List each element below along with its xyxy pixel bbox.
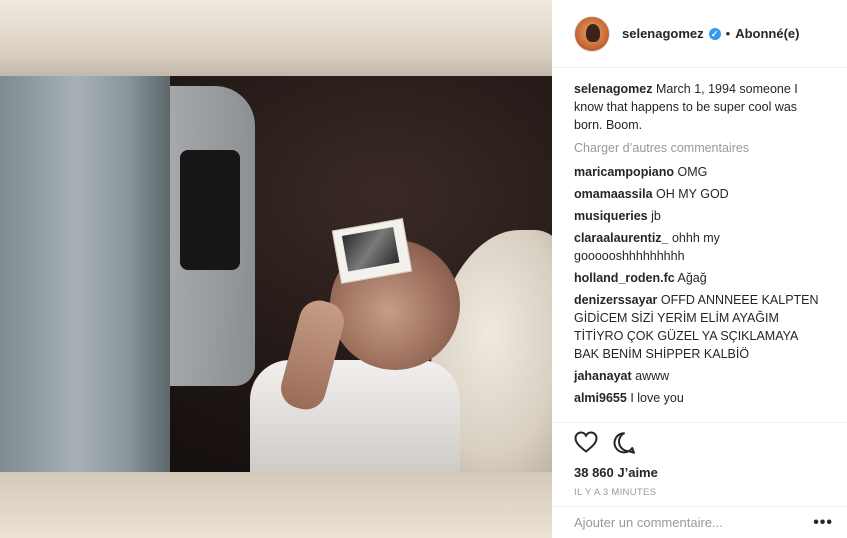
comment-item: musiqueries jb	[574, 207, 826, 225]
comment-text: awww	[635, 369, 670, 383]
comment-item: jahanayat awww	[574, 367, 826, 385]
add-comment-bar: •••	[552, 506, 847, 538]
post-actions: 38 860 J’aime IL Y A 3 MINUTES	[552, 422, 847, 498]
comments-list: selenagomez March 1, 1994 someone I know…	[574, 80, 826, 411]
action-icons	[574, 431, 636, 455]
comment-text: OH MY GOD	[656, 187, 729, 201]
caption: selenagomez March 1, 1994 someone I know…	[574, 80, 826, 134]
photo-shirt	[250, 360, 460, 472]
more-options-icon[interactable]: •••	[813, 514, 833, 530]
heart-icon[interactable]	[574, 431, 598, 455]
comment-item: almi9655 I love you	[574, 389, 826, 407]
photo-car-window	[180, 150, 240, 270]
avatar[interactable]	[574, 15, 610, 52]
follow-button[interactable]: Abonné(e)	[735, 26, 799, 41]
photo-jeans	[0, 76, 170, 472]
instagram-post: selenagomez ✓ • Abonné(e) selenagomez Ma…	[0, 0, 847, 538]
post-sidebar: selenagomez ✓ • Abonné(e) selenagomez Ma…	[552, 0, 847, 538]
post-timestamp[interactable]: IL Y A 3 MINUTES	[574, 487, 656, 498]
header-separator: •	[725, 26, 731, 41]
comment-item: denizerssayar OFFD ANNNEEE KALPTEN GİDİC…	[574, 291, 826, 363]
comment-icon[interactable]	[612, 431, 636, 455]
comment-text: OMG	[677, 165, 708, 179]
comment-username[interactable]: claraalaurentiz_	[574, 231, 669, 245]
post-photo[interactable]	[0, 0, 552, 538]
comment-item: maricampopiano OMG	[574, 163, 826, 181]
comment-item: claraalaurentiz_ ohhh my goooooshhhhhhhh…	[574, 229, 826, 265]
verified-badge-icon: ✓	[708, 27, 721, 40]
comment-username[interactable]: omamaassila	[574, 187, 653, 201]
comment-username[interactable]: jahanayat	[574, 369, 632, 383]
header-username[interactable]: selenagomez	[622, 26, 704, 41]
load-more-comments-button[interactable]: Charger d’autres commentaires	[574, 139, 826, 157]
comment-text: Ağağ	[677, 271, 707, 285]
caption-username[interactable]: selenagomez	[574, 82, 653, 96]
comment-username[interactable]: denizerssayar	[574, 293, 657, 307]
comment-username[interactable]: holland_roden.fc	[574, 271, 675, 285]
comment-item: omamaassila OH MY GOD	[574, 185, 826, 203]
comment-text: jb	[651, 209, 661, 223]
likes-count[interactable]: 38 860 J’aime	[574, 465, 658, 480]
add-comment-input[interactable]	[574, 515, 814, 530]
comment-username[interactable]: maricampopiano	[574, 165, 674, 179]
comment-username[interactable]: almi9655	[574, 391, 627, 405]
comment-item: holland_roden.fc Ağağ	[574, 269, 826, 287]
photo-paper-bottom	[0, 472, 552, 538]
comment-text: I love you	[630, 391, 684, 405]
post-header: selenagomez ✓ • Abonné(e)	[552, 0, 847, 68]
comment-username[interactable]: musiqueries	[574, 209, 648, 223]
photo-paper-top	[0, 0, 552, 78]
